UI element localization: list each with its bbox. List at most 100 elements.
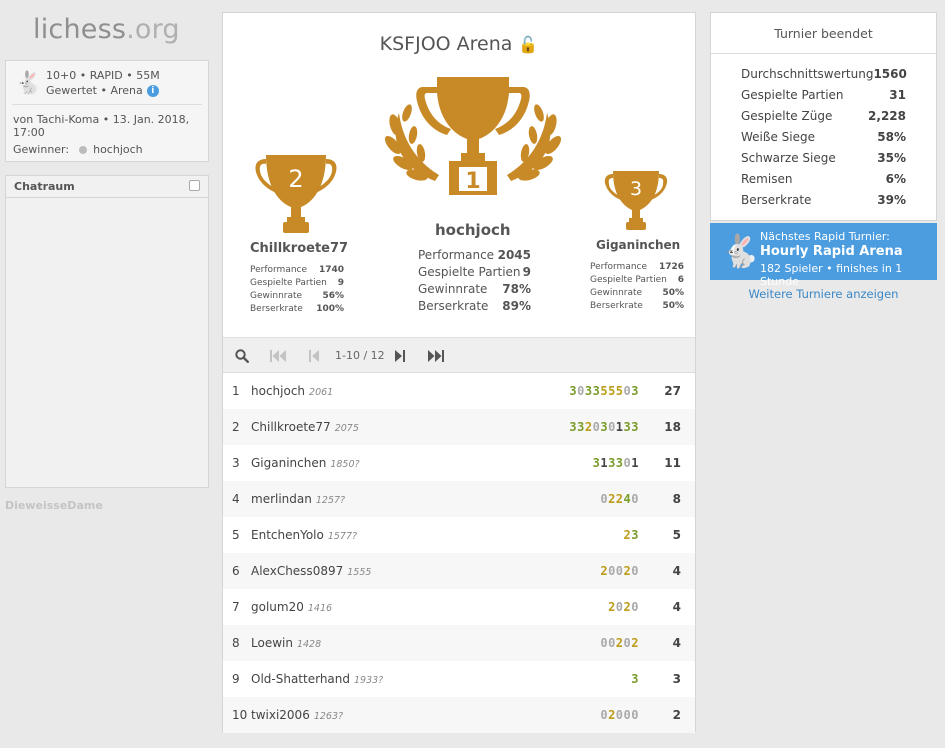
game-score: 0: [600, 708, 609, 722]
table-row[interactable]: 2 Chillkroete77 2075 332030133 18: [223, 409, 695, 445]
row-total: 4: [672, 636, 681, 650]
stats-row: Weiße Siege 58%: [741, 130, 906, 151]
first-place-player[interactable]: hochjoch: [435, 221, 511, 239]
table-row[interactable]: 1 hochjoch 2061 303355503 27: [223, 373, 695, 409]
search-icon[interactable]: [235, 349, 249, 363]
table-row[interactable]: 10 twixi2006 1263? 02000 2: [223, 697, 695, 733]
site-logo[interactable]: lichess.org: [33, 14, 180, 45]
stats-value: 1560: [873, 67, 907, 81]
game-score: 0: [631, 564, 639, 578]
stats-row: Schwarze Siege 35%: [741, 151, 906, 172]
row-total: 3: [672, 672, 681, 686]
stat-label: Performance: [250, 265, 308, 275]
stat-row: Berserkrate 100%: [250, 303, 344, 316]
player-name[interactable]: AlexChess0897: [251, 564, 343, 578]
previous-page-icon[interactable]: [309, 350, 319, 362]
game-score: 0: [615, 708, 624, 722]
row-rank: 9: [232, 672, 240, 686]
rabbit-icon: 🐇: [15, 71, 43, 96]
game-score: 5: [608, 384, 616, 398]
stat-value: 50%: [662, 301, 684, 311]
next-page-icon[interactable]: [395, 350, 405, 362]
game-score: 3: [569, 420, 578, 434]
winner-line: Gewinner: hochjoch: [13, 143, 143, 156]
score-sheet: 313301: [503, 445, 643, 481]
first-page-icon[interactable]: [270, 350, 286, 362]
row-rank: 3: [232, 456, 240, 470]
player-name[interactable]: merlindan: [251, 492, 312, 506]
stats-label: Remisen: [741, 172, 793, 186]
stats-label: Berserkrate: [741, 193, 812, 207]
stat-row: Berserkrate 89%: [418, 298, 531, 315]
player-name[interactable]: hochjoch: [251, 384, 305, 398]
chat-panel: Chatraum: [5, 175, 209, 488]
logo-main: lichess: [33, 14, 127, 45]
row-total: 5: [672, 528, 681, 542]
player-name[interactable]: twixi2006: [251, 708, 310, 722]
next-tournament-banner[interactable]: 🐇 Nächstes Rapid Turnier: Hourly Rapid A…: [710, 223, 937, 288]
third-place-player[interactable]: Giganinchen: [596, 238, 680, 252]
stat-label: Gespielte Partien: [418, 265, 521, 279]
stat-row: Gewinnrate 56%: [250, 290, 344, 303]
table-row[interactable]: 3 Giganinchen 1850? 313301 11: [223, 445, 695, 481]
stat-value: 2045: [497, 248, 531, 262]
stat-value: 1726: [658, 262, 684, 272]
player-rating: 2061: [309, 387, 334, 398]
tournament-title: KSFJOO Arena 🔓: [223, 33, 695, 55]
stats-value: 31: [889, 88, 906, 102]
game-score: 0: [631, 708, 639, 722]
game-score: 3: [631, 672, 639, 686]
stat-label: Gewinnrate: [590, 288, 643, 298]
logo-tld: .org: [126, 14, 180, 45]
table-row[interactable]: 8 Loewin 1428 00202 4: [223, 625, 695, 661]
tournament-title-text: KSFJOO Arena: [379, 33, 513, 55]
next-tournament-label: Nächstes Rapid Turnier:: [760, 230, 890, 243]
table-row[interactable]: 6 AlexChess0897 1555 20020 4: [223, 553, 695, 589]
table-row[interactable]: 7 golum20 1416 2020 4: [223, 589, 695, 625]
stat-row: Performance 1740: [250, 264, 344, 277]
row-rank: 2: [232, 420, 240, 434]
game-score: 2: [584, 420, 593, 434]
unlock-icon: 🔓: [518, 35, 539, 54]
player-name[interactable]: Old-Shatterhand: [251, 672, 350, 686]
info-icon[interactable]: i: [146, 84, 159, 97]
rabbit-icon: 🐇: [720, 232, 760, 270]
score-sheet: 2020: [503, 589, 643, 625]
stat-value: 100%: [316, 304, 344, 314]
last-page-icon[interactable]: [428, 350, 444, 362]
row-total: 4: [672, 600, 681, 614]
stats-rows: Durchschnittswertung 1560 Gespielte Parti…: [741, 67, 907, 214]
stat-row: Gespielte Partien 9: [250, 277, 344, 290]
row-rank: 10: [232, 708, 248, 722]
player-name[interactable]: Chillkroete77: [251, 420, 331, 434]
tournament-stats-panel: Turnier beendet Durchschnittswertung 1560…: [710, 12, 937, 221]
stat-row: Berserkrate 50%: [590, 300, 684, 313]
chat-toggle-checkbox[interactable]: [189, 180, 200, 191]
stat-row: Gewinnrate 50%: [590, 287, 684, 300]
player-name[interactable]: Loewin: [251, 636, 293, 650]
second-place-player[interactable]: Chillkroete77: [250, 241, 348, 256]
table-row[interactable]: 5 EntchenYolo 1577? 23 5: [223, 517, 695, 553]
player-name[interactable]: Giganinchen: [251, 456, 326, 470]
game-score: 0: [631, 600, 639, 614]
table-row[interactable]: 4 merlindan 1257? 02240 8: [223, 481, 695, 517]
stat-label: Gespielte Partien: [250, 278, 327, 288]
row-total: 2: [672, 708, 681, 722]
stat-value: 50%: [662, 288, 684, 298]
game-score: 3: [569, 384, 578, 398]
winner-link[interactable]: hochjoch: [93, 143, 143, 156]
standings-pager: 1-10 / 12: [223, 337, 695, 373]
first-place-trophy-icon: 1: [384, 77, 562, 195]
game-score: 0: [615, 564, 624, 578]
watcher-name[interactable]: DieweisseDame: [5, 499, 103, 512]
player-name[interactable]: golum20: [251, 600, 304, 614]
more-tournaments-link[interactable]: Weitere Turniere anzeigen: [710, 287, 937, 301]
stat-row: Gespielte Partien 9: [418, 264, 531, 281]
stats-row: Gespielte Partien 31: [741, 88, 906, 109]
stat-row: Gespielte Partien 6: [590, 274, 684, 287]
stats-value: 35%: [877, 151, 906, 165]
game-score: 2: [608, 708, 616, 722]
player-name[interactable]: EntchenYolo: [251, 528, 324, 542]
table-row[interactable]: 9 Old-Shatterhand 1933? 3 3: [223, 661, 695, 697]
chat-title: Chatraum: [14, 180, 75, 193]
